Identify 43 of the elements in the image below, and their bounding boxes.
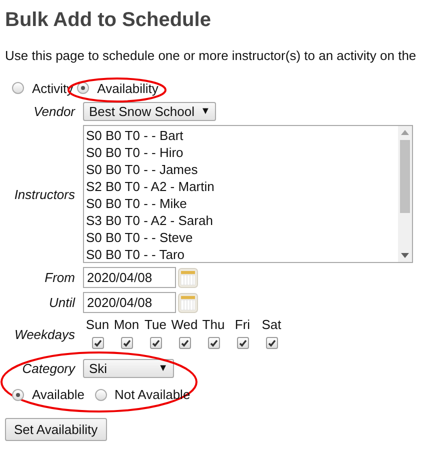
list-item[interactable]: S0 B0 T0 - - Bart (86, 127, 396, 144)
checkbox[interactable] (92, 337, 104, 349)
weekday-label: Mon (114, 317, 140, 332)
date-field[interactable]: 2020/04/08 (83, 267, 176, 288)
radio-label[interactable]: Available (32, 387, 85, 402)
page-title: Bulk Add to Schedule (5, 8, 212, 32)
field-label: Vendor (34, 104, 75, 119)
weekday-label: Wed (171, 317, 198, 332)
checkbox[interactable] (150, 337, 162, 349)
field-label: Until (48, 295, 75, 310)
list-item[interactable]: S0 B0 T0 - - Hiro (86, 144, 396, 161)
scroll-down-icon[interactable] (401, 253, 409, 258)
field-label: Category (21, 361, 75, 376)
field-label: From (44, 270, 75, 285)
radio-button[interactable] (77, 82, 90, 94)
checkbox[interactable] (208, 337, 220, 349)
weekday-label: Sun (86, 317, 110, 332)
field-label: Weekdays (14, 326, 75, 342)
list-item[interactable]: S0 B0 T0 - - Mike (86, 195, 396, 212)
field-label: Instructors (14, 186, 75, 202)
radio-button[interactable] (12, 388, 24, 400)
weekday-label: Thu (202, 317, 225, 332)
weekday-label: Sat (262, 317, 282, 332)
checkbox[interactable] (178, 337, 190, 349)
radio-button[interactable] (12, 82, 24, 94)
radio-button[interactable] (94, 388, 107, 400)
instructor-listbox[interactable]: S0 B0 T0 - - Bart S0 B0 T0 - - Hiro S0 B0 T0 - - James S2 B0 T0 - A2 - Martin S0 B0 T0 - - Mike S3 B0 T0 - A2 - Sarah S0 B0 T0 - - Steve S0 B0 T0 - - Taro (83, 125, 413, 263)
description: Use this page to schedule one or more instructor(s) to an activity on the (5, 48, 418, 64)
checkbox[interactable] (120, 337, 132, 349)
weekday-label: Fri (234, 317, 250, 332)
category-dropdown[interactable]: Ski ▼ (83, 359, 174, 378)
checkbox[interactable] (266, 337, 278, 349)
weekday-label: Tue (144, 317, 166, 332)
list-item[interactable]: S2 B0 T0 - A2 - Martin (86, 178, 396, 195)
date-field[interactable]: 2020/04/08 (83, 292, 176, 313)
list-item[interactable]: S0 B0 T0 - - Steve (86, 229, 396, 246)
checkbox[interactable] (236, 337, 248, 349)
set-availability-button[interactable]: Set Availability (5, 418, 107, 441)
list-item[interactable]: S0 B0 T0 - - Taro (86, 246, 396, 263)
list-item[interactable]: S3 B0 T0 - A2 - Sarah (86, 212, 396, 229)
vendor-dropdown[interactable]: Best Snow School ▼ (83, 102, 216, 121)
scrollbar[interactable] (398, 126, 412, 262)
list-item[interactable]: S0 B0 T0 - - James (86, 161, 396, 178)
